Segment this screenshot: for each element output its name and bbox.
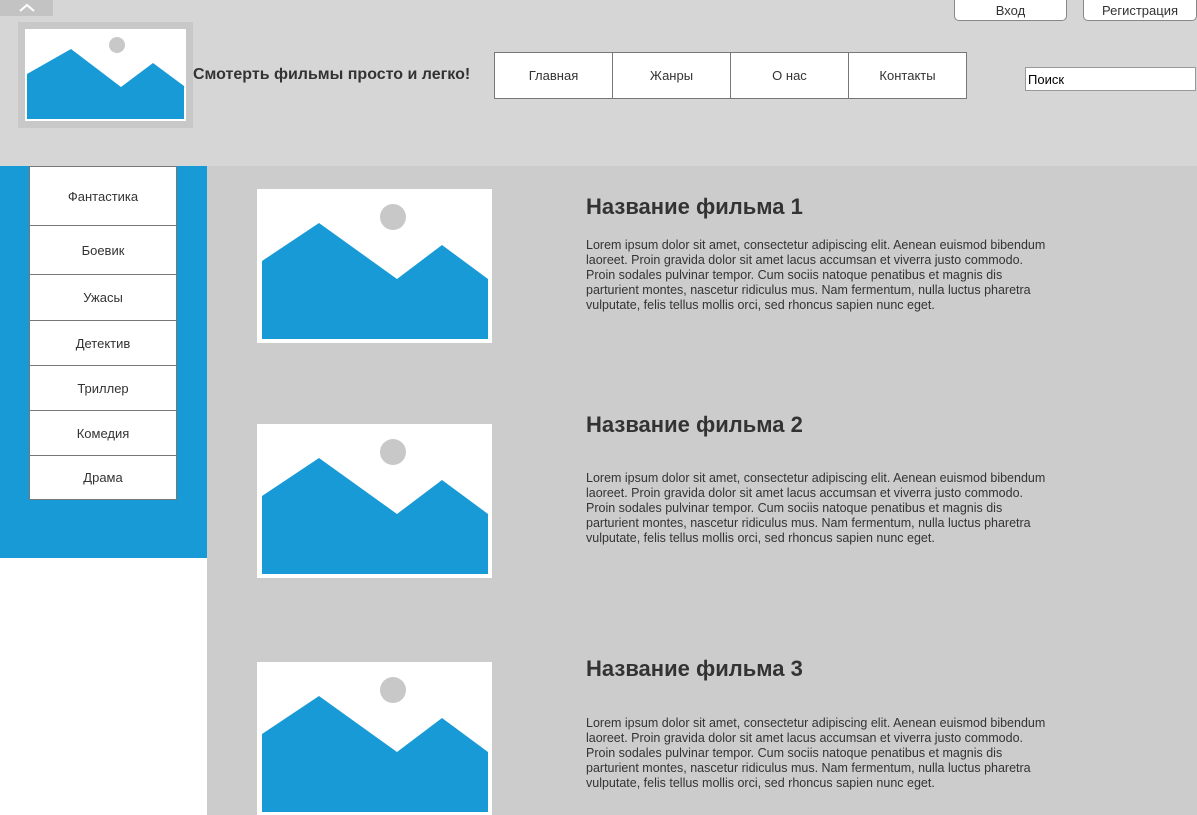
genre-item-drama[interactable]: Драма [30, 456, 176, 499]
header: Смотерть фильмы просто и легко! Главная … [0, 0, 1197, 166]
logo-image [25, 29, 186, 121]
movie-description: Lorem ipsum dolor sit amet, consectetur … [586, 238, 1046, 312]
collapse-toggle[interactable] [0, 0, 53, 16]
nav-item-about[interactable]: О нас [731, 53, 849, 98]
movie-poster[interactable] [257, 189, 492, 343]
movie-title[interactable]: Название фильма 3 [586, 656, 803, 682]
movie-title[interactable]: Название фильма 2 [586, 412, 803, 438]
login-button[interactable]: Вход [954, 0, 1067, 21]
page: Смотерть фильмы просто и легко! Главная … [0, 0, 1197, 815]
genre-item-horror[interactable]: Ужасы [30, 275, 176, 321]
genre-item-scifi[interactable]: Фантастика [30, 167, 176, 226]
movie-description: Lorem ipsum dolor sit amet, consectetur … [586, 716, 1046, 790]
movie-poster[interactable] [257, 424, 492, 578]
image-placeholder-icon [262, 439, 488, 574]
image-placeholder-icon [262, 204, 488, 339]
genre-item-comedy[interactable]: Комедия [30, 411, 176, 456]
register-button[interactable]: Регистрация [1083, 0, 1197, 21]
search-input[interactable] [1025, 67, 1196, 91]
genre-item-thriller[interactable]: Триллер [30, 366, 176, 411]
nav-item-home[interactable]: Главная [495, 53, 613, 98]
movie-poster[interactable] [257, 662, 492, 815]
image-placeholder-icon [27, 37, 184, 119]
nav-item-contacts[interactable]: Контакты [849, 53, 966, 98]
genre-list: Фантастика Боевик Ужасы Детектив Триллер… [29, 166, 177, 500]
movie-description: Lorem ipsum dolor sit amet, consectetur … [586, 471, 1046, 545]
movie-title[interactable]: Название фильма 1 [586, 194, 803, 220]
site-tagline: Смотерть фильмы просто и легко! [193, 66, 471, 83]
main-nav: Главная Жанры О нас Контакты [494, 52, 967, 99]
genre-item-action[interactable]: Боевик [30, 226, 176, 275]
movie-list: Название фильма 1 Lorem ipsum dolor sit … [207, 166, 1197, 815]
chevron-up-icon [18, 3, 35, 12]
nav-item-genres[interactable]: Жанры [613, 53, 731, 98]
site-logo[interactable] [18, 22, 193, 128]
image-placeholder-icon [262, 677, 488, 812]
sidebar: Фантастика Боевик Ужасы Детектив Триллер… [0, 166, 207, 558]
genre-item-detective[interactable]: Детектив [30, 321, 176, 366]
